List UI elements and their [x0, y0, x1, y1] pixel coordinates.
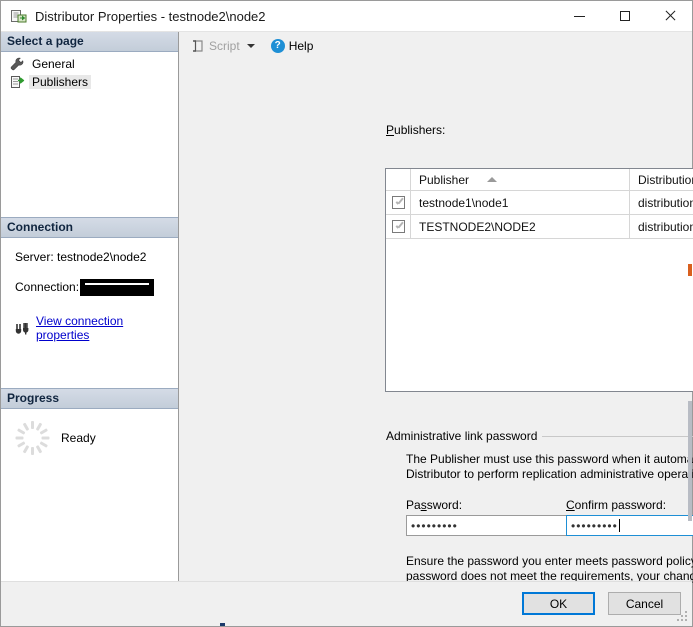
- dialog-footer: OK Cancel: [1, 581, 692, 626]
- row-database-cell[interactable]: distribution: [630, 191, 693, 214]
- chevron-down-icon[interactable]: [246, 44, 255, 48]
- help-button[interactable]: ? Help: [267, 35, 318, 57]
- page-list: General Publishers: [1, 52, 178, 91]
- distributor-properties-dialog: Distributor Properties - testnode2\node2…: [0, 0, 693, 627]
- wrench-icon: [9, 56, 25, 72]
- grid-header-distribution-database[interactable]: Distribution Database: [630, 169, 693, 190]
- script-label: Script: [209, 39, 240, 53]
- confirm-label-accel: C: [566, 498, 575, 512]
- grid-header-checkbox-col[interactable]: [386, 169, 411, 190]
- view-connection-properties-link[interactable]: View connection properties: [36, 314, 178, 342]
- sidebar-bottom-spacer: [1, 455, 178, 581]
- ok-label: OK: [549, 596, 568, 611]
- connection-body: Server: testnode2\node2 Connection: View…: [1, 238, 178, 348]
- progress-body: Ready: [1, 409, 178, 455]
- password-input-value: •••••••••: [411, 518, 458, 533]
- spinner-icon: [15, 421, 49, 455]
- table-row[interactable]: TESTNODE2\NODE2 distribution ...: [386, 215, 693, 239]
- plug-icon: [15, 321, 31, 335]
- grid-empty-area: [386, 239, 693, 391]
- connection-user-line: Connection:: [1, 277, 178, 297]
- row-checkbox[interactable]: [391, 196, 405, 209]
- administrative-link-password-group: Administrative link password The Publish…: [386, 429, 693, 598]
- password-description: The Publisher must use this password whe…: [406, 452, 693, 481]
- connection-value-redacted: [80, 278, 155, 296]
- sidebar-item-general[interactable]: General: [1, 55, 178, 73]
- grid-header-publisher-label: Publisher: [419, 172, 470, 187]
- connection-label: Connection:: [15, 280, 80, 294]
- publishers-grid[interactable]: Publisher Distribution Database testnode…: [385, 168, 693, 392]
- password-label: Password:: [406, 498, 462, 512]
- main-panel: Script ? Help Publishers: Publisher Dist…: [179, 32, 693, 598]
- confirm-password-input[interactable]: •••••••••: [566, 515, 693, 536]
- row-checkbox-cell[interactable]: [386, 191, 411, 214]
- grid-header-db-label: Distribution Database: [638, 172, 693, 187]
- sidebar: Select a page General Publishers Connect…: [1, 32, 179, 581]
- groupbox-legend: Administrative link password: [386, 429, 543, 443]
- resize-grip-icon[interactable]: [677, 611, 689, 623]
- script-button[interactable]: Script: [187, 35, 259, 57]
- select-a-page-header: Select a page: [1, 32, 178, 52]
- view-connection-properties-row[interactable]: View connection properties: [1, 314, 178, 342]
- help-label: Help: [288, 39, 314, 53]
- row-publisher-cell[interactable]: testnode1\node1: [411, 191, 630, 214]
- close-button[interactable]: [647, 1, 692, 31]
- help-question-icon: ?: [270, 39, 285, 53]
- maximize-button[interactable]: [602, 1, 647, 31]
- row-checkbox[interactable]: [391, 220, 405, 233]
- row-database-cell[interactable]: distribution: [630, 215, 693, 238]
- cancel-button[interactable]: Cancel: [608, 592, 681, 615]
- publishers-label: Publishers:: [386, 123, 446, 137]
- taskbar-artifact: [220, 623, 225, 626]
- grid-header-publisher[interactable]: Publisher: [411, 169, 630, 190]
- progress-status: Ready: [61, 431, 96, 445]
- connection-server-line: Server: testnode2\node2: [15, 250, 147, 264]
- row-publisher-cell[interactable]: TESTNODE2\NODE2: [411, 215, 630, 238]
- publishers-label-rest: ublishers:: [394, 123, 446, 137]
- title-bar[interactable]: Distributor Properties - testnode2\node2: [1, 1, 692, 32]
- row-checkbox-cell[interactable]: [386, 215, 411, 238]
- table-row[interactable]: testnode1\node1 distribution ...: [386, 191, 693, 215]
- sort-ascending-icon: [487, 177, 498, 182]
- script-icon: [191, 39, 205, 53]
- publisher-page-icon: [9, 74, 25, 90]
- confirm-password-label: Confirm password:: [566, 498, 666, 512]
- confirm-label-rest: onfirm password:: [574, 498, 667, 512]
- sidebar-item-publishers[interactable]: Publishers: [1, 73, 178, 91]
- dialog-body: Select a page General Publishers Connect…: [1, 32, 693, 598]
- progress-header: Progress: [1, 388, 178, 409]
- text-cursor: [618, 519, 620, 532]
- cancel-label: Cancel: [625, 596, 664, 611]
- content-area: Publishers: Publisher Distribution Datab…: [179, 60, 693, 598]
- minimize-button[interactable]: [557, 1, 602, 31]
- grid-header-row: Publisher Distribution Database: [386, 169, 693, 191]
- window-title: Distributor Properties - testnode2\node2: [35, 8, 266, 24]
- ok-button[interactable]: OK: [522, 592, 595, 615]
- sidebar-item-label: Publishers: [29, 75, 92, 89]
- connection-header: Connection: [1, 217, 178, 238]
- confirm-password-input-value: •••••••••: [571, 518, 618, 533]
- toolbar: Script ? Help: [179, 32, 692, 60]
- password-label-rest: sword:: [426, 498, 463, 512]
- background-window-band: [688, 401, 692, 521]
- sidebar-item-label: General: [32, 57, 75, 71]
- background-window-artifact: [688, 264, 692, 276]
- password-label-a: Pa: [406, 498, 421, 512]
- distributor-properties-icon: [10, 7, 28, 25]
